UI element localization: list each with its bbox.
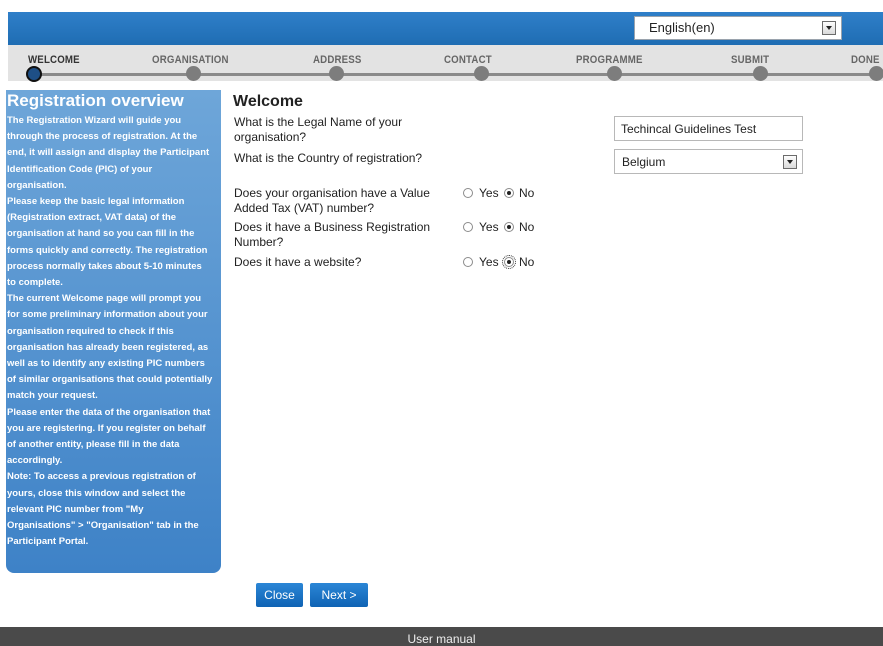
overview-line: Organisations" > "Organisation" tab in t…	[7, 520, 199, 532]
brn-no-radio[interactable]	[504, 222, 514, 232]
step-done: DONE	[851, 54, 880, 66]
overview-line: you are registering. If you register on …	[7, 422, 206, 434]
overview-line: through the process of registration. At …	[7, 131, 198, 143]
overview-line: accordingly.	[7, 455, 63, 467]
brn-yes-radio[interactable]	[463, 222, 473, 232]
website-no-label: No	[519, 255, 535, 269]
website-question-label: Does it have a website?	[234, 255, 362, 269]
brn-question-label: Does it have a Business Registration Num…	[234, 220, 431, 249]
registration-overview-panel: Registration overview The Registration W…	[6, 90, 221, 573]
overview-title: Registration overview	[7, 91, 184, 110]
step-programme: PROGRAMME	[576, 54, 643, 66]
website-yes-label: Yes	[479, 255, 499, 269]
page-title: Welcome	[233, 93, 303, 110]
vat-yes-label: Yes	[479, 186, 499, 200]
overview-line: Participant Portal.	[7, 536, 89, 548]
step-dot-done	[869, 66, 883, 81]
step-dot-programme	[607, 66, 622, 81]
language-select-value: English(en)	[649, 20, 715, 35]
step-address: ADDRESS	[313, 54, 362, 66]
legal-name-value: Techincal Guidelines Test	[621, 122, 757, 136]
step-dot-welcome	[26, 66, 42, 82]
vat-yes-radio[interactable]	[463, 188, 473, 198]
overview-line: organisation.	[7, 179, 67, 191]
overview-line: Please keep the basic legal information	[7, 196, 185, 208]
website-yes-radio[interactable]	[463, 257, 473, 267]
overview-line: The current Welcome page will prompt you	[7, 293, 202, 305]
next-button[interactable]: Next >	[310, 583, 368, 607]
overview-line: (Registration extract, VAT data) of the	[7, 212, 177, 224]
overview-line: organisation required to check if this	[7, 325, 174, 337]
language-select[interactable]: English(en)	[634, 16, 842, 40]
vat-no-radio[interactable]	[504, 188, 514, 198]
overview-line: forms quickly and correctly. The registr…	[7, 244, 208, 256]
legal-name-input[interactable]: Techincal Guidelines Test	[614, 116, 803, 141]
overview-line: for some preliminary information about y…	[7, 309, 208, 321]
overview-line: match your request.	[7, 390, 98, 402]
overview-line: yours, close this window and select the	[7, 487, 186, 499]
country-label: What is the Country of registration?	[234, 151, 423, 165]
overview-line: to complete.	[7, 277, 63, 289]
brn-yes-label: Yes	[479, 220, 499, 234]
step-dot-submit	[753, 66, 768, 81]
overview-line: of another entity, please fill in the da…	[7, 439, 180, 451]
overview-line: relevant PIC number from "My	[7, 503, 144, 515]
country-select-value: Belgium	[622, 155, 666, 169]
overview-line: well as to identify any existing PIC num…	[7, 358, 205, 370]
overview-line: organisation at hand so you can fill in …	[7, 228, 195, 240]
step-dot-contact	[474, 66, 489, 81]
step-organisation: ORGANISATION	[152, 54, 229, 66]
overview-line: end, it will assign and display the Part…	[7, 147, 210, 159]
step-welcome: WELCOME	[28, 54, 80, 66]
overview-line: Identification Code (PIC) of your	[7, 163, 153, 175]
user-manual-link[interactable]: User manual	[0, 632, 883, 646]
footer-bar: User manual	[0, 627, 883, 646]
chevron-down-icon[interactable]	[822, 21, 836, 35]
country-select[interactable]: Belgium	[614, 149, 803, 174]
step-contact: CONTACT	[444, 54, 492, 66]
overview-line: Note: To access a previous registration …	[7, 471, 196, 483]
overview-line: Please enter the data of the organisatio…	[7, 406, 211, 418]
overview-line: The Registration Wizard will guide you	[7, 115, 182, 126]
overview-line: process normally takes about 5-10 minute…	[7, 260, 202, 272]
vat-no-label: No	[519, 186, 535, 200]
overview-line: of similar organisations that could pote…	[7, 374, 213, 386]
close-button[interactable]: Close	[256, 583, 303, 607]
step-submit: SUBMIT	[731, 54, 770, 66]
chevron-down-icon[interactable]	[783, 155, 797, 169]
brn-no-label: No	[519, 220, 535, 234]
website-no-radio[interactable]	[502, 255, 516, 269]
legal-name-label: What is the Legal Name of your organisat…	[234, 115, 403, 144]
vat-question-label: Does your organisation have a Value Adde…	[234, 186, 430, 215]
overview-line: organisation has already been registered…	[7, 341, 209, 353]
step-dot-address	[329, 66, 344, 81]
overview-text: The Registration Wizard will guide you t…	[7, 113, 221, 550]
step-dot-organisation	[186, 66, 201, 81]
